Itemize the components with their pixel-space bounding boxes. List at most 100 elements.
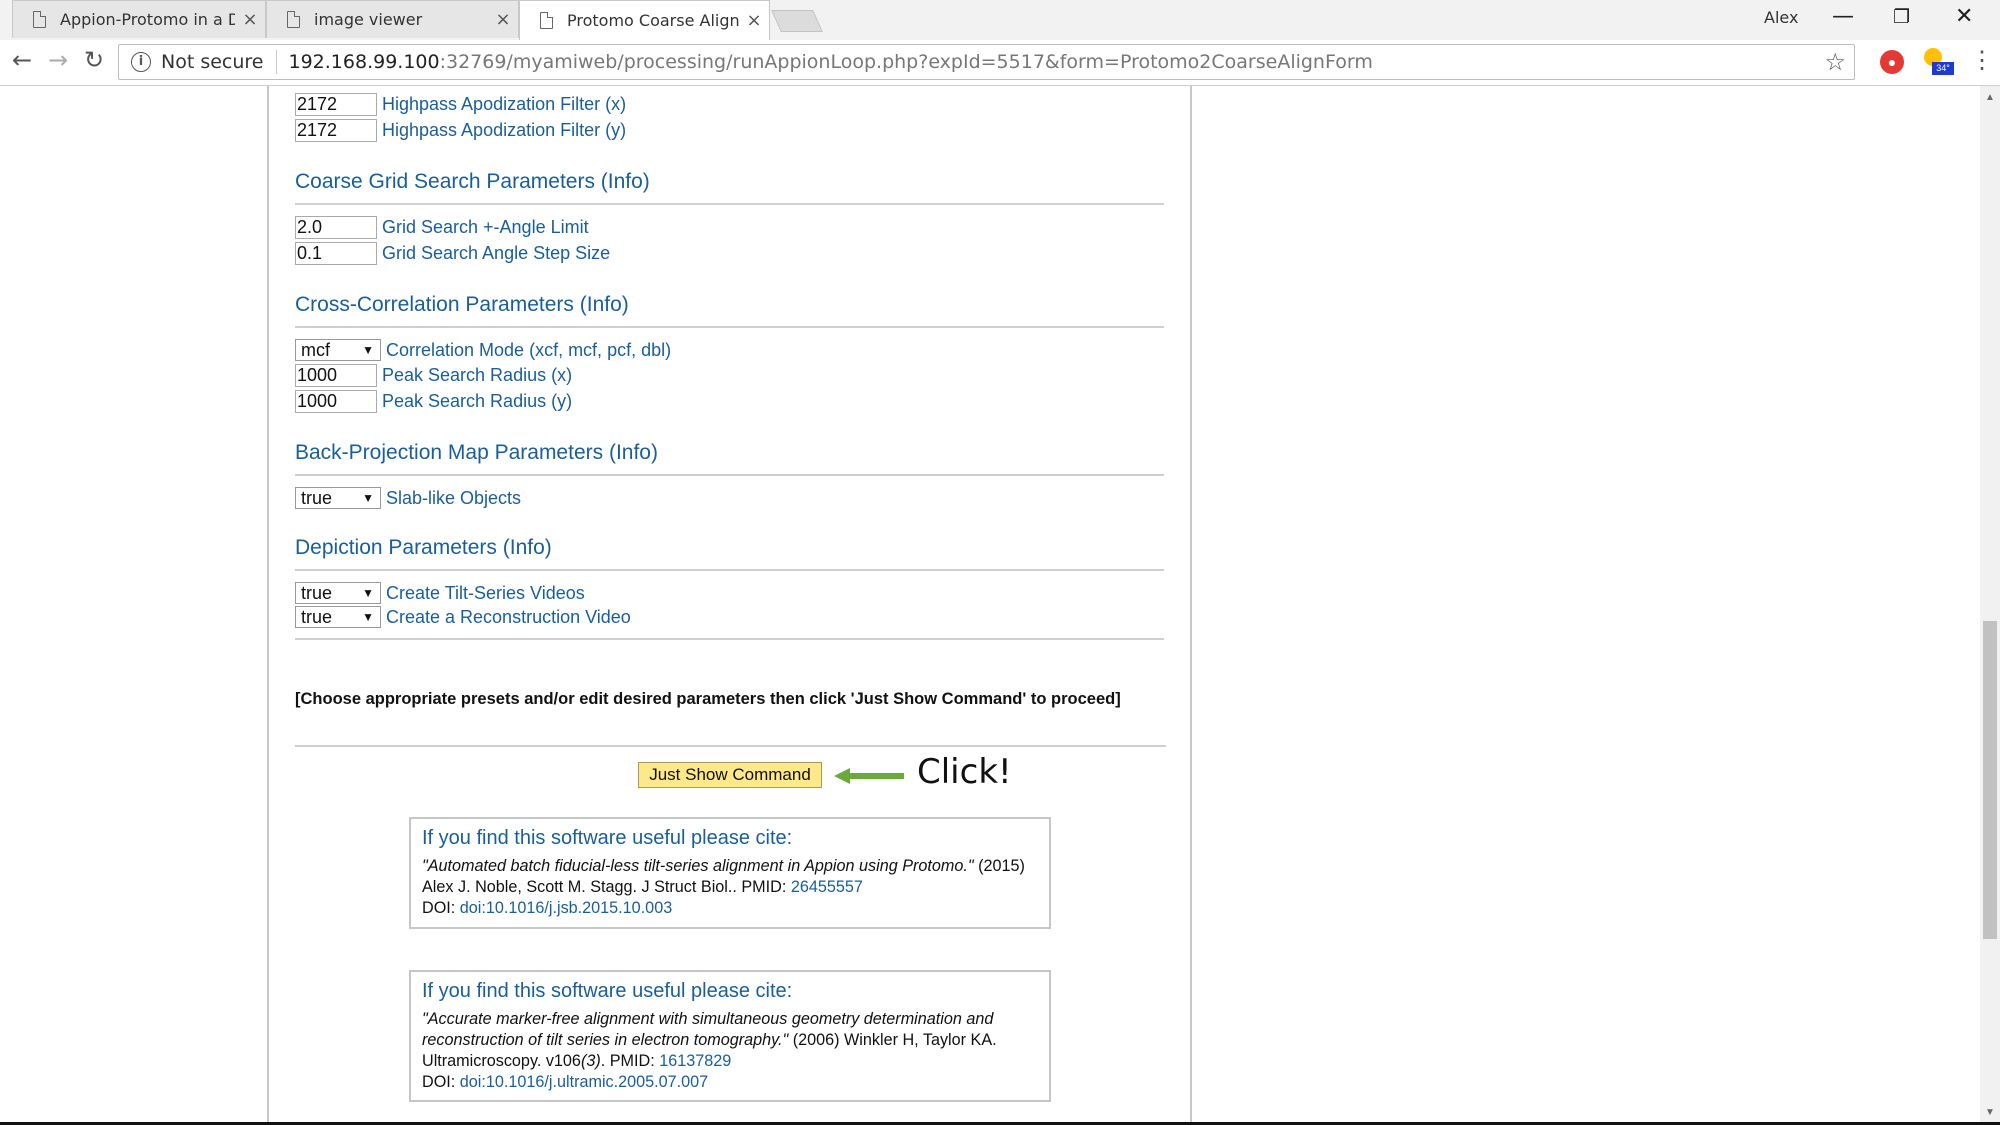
- form-row: 1000 Peak Search Radius (y): [295, 389, 572, 413]
- right-border: [1190, 86, 1192, 1122]
- close-window-icon[interactable]: ✕: [1955, 4, 1973, 29]
- peak-radius-x-label[interactable]: Peak Search Radius (x): [382, 365, 572, 386]
- form-row: mcf ▼ Correlation Mode (xcf, mcf, pcf, d…: [295, 338, 671, 362]
- divider: [295, 745, 1166, 747]
- profile-name[interactable]: Alex: [1764, 8, 1798, 27]
- citation-issue: (3): [580, 1052, 601, 1070]
- divider: [295, 569, 1164, 571]
- form-row: true ▼ Slab-like Objects: [295, 486, 521, 510]
- menu-icon[interactable]: ⋮: [1970, 46, 1994, 75]
- page-content: 2172 Highpass Apodization Filter (x) 217…: [0, 86, 1980, 1122]
- tab-protomo-coarse-alignment[interactable]: Protomo Coarse Alignme ×: [519, 0, 770, 40]
- just-show-command-button[interactable]: Just Show Command: [638, 762, 822, 788]
- select-value: true: [301, 488, 333, 508]
- angle-step-label[interactable]: Grid Search Angle Step Size: [382, 243, 610, 264]
- correlation-mode-label[interactable]: Correlation Mode (xcf, mcf, pcf, dbl): [386, 340, 671, 361]
- angle-limit-input[interactable]: 2.0: [295, 215, 377, 239]
- peak-radius-y-input[interactable]: 1000: [295, 389, 377, 413]
- tab-strip: Appion-Protomo in a Do × image viewer × …: [0, 0, 2000, 40]
- form-row: 2.0 Grid Search +-Angle Limit: [295, 215, 589, 239]
- highpass-x-input[interactable]: 2172: [295, 92, 377, 116]
- reconstruction-video-select[interactable]: true ▼: [295, 606, 381, 628]
- select-value: true: [301, 583, 333, 603]
- divider: [275, 50, 277, 74]
- tilt-series-videos-label[interactable]: Create Tilt-Series Videos: [386, 583, 585, 604]
- doi-link[interactable]: doi:10.1016/j.ultramic.2005.07.007: [460, 1073, 708, 1091]
- url-host: 192.168.99.100: [288, 51, 440, 73]
- address-bar[interactable]: i Not secure 192.168.99.100:32769/myamiw…: [118, 44, 1855, 80]
- slab-objects-select[interactable]: true ▼: [295, 487, 381, 509]
- back-icon[interactable]: ←: [12, 46, 32, 74]
- document-icon: [287, 11, 300, 28]
- security-status[interactable]: Not secure: [161, 51, 264, 73]
- tab-image-viewer[interactable]: image viewer ×: [266, 0, 519, 38]
- restore-icon[interactable]: ❐: [1893, 6, 1910, 28]
- vertical-scrollbar[interactable]: ▲ ▼: [1980, 86, 2000, 1122]
- minimize-icon[interactable]: —: [1832, 4, 1854, 29]
- peak-radius-x-input[interactable]: 1000: [295, 363, 377, 387]
- divider: [295, 474, 1164, 476]
- scroll-down-icon[interactable]: ▼: [1980, 1107, 2000, 1118]
- select-value: mcf: [301, 340, 330, 360]
- doi-label: DOI:: [422, 1073, 460, 1091]
- close-tab-icon[interactable]: ×: [488, 9, 518, 30]
- reload-icon[interactable]: ↻: [84, 46, 104, 74]
- tilt-series-videos-select[interactable]: true ▼: [295, 582, 381, 604]
- dropdown-arrow-icon: ▼: [362, 491, 374, 505]
- coarse-grid-heading[interactable]: Coarse Grid Search Parameters (Info): [295, 170, 650, 194]
- divider: [295, 203, 1164, 205]
- peak-radius-y-label[interactable]: Peak Search Radius (y): [382, 391, 572, 412]
- left-border: [267, 86, 269, 1122]
- doi-label: DOI:: [422, 899, 460, 917]
- divider: [295, 638, 1164, 640]
- extension-icon[interactable]: ●: [1880, 50, 1904, 74]
- close-tab-icon[interactable]: ×: [739, 10, 769, 31]
- new-tab-button[interactable]: [771, 10, 823, 32]
- form-row: 2172 Highpass Apodization Filter (y): [295, 118, 626, 142]
- scroll-up-icon[interactable]: ▲: [1980, 92, 2000, 103]
- dropdown-arrow-icon: ▼: [362, 343, 374, 357]
- citation-text: "Automated batch fiducial-less tilt-seri…: [422, 856, 1039, 919]
- arrow-annotation-icon: [834, 768, 904, 784]
- form-row: true ▼ Create Tilt-Series Videos: [295, 581, 585, 605]
- correlation-mode-select[interactable]: mcf ▼: [295, 339, 381, 361]
- scrollbar-thumb[interactable]: [1983, 621, 1997, 939]
- tab-title: image viewer: [314, 10, 423, 29]
- citation-text: "Accurate marker-free alignment with sim…: [422, 1009, 1039, 1093]
- form-row: 2172 Highpass Apodization Filter (x): [295, 92, 626, 116]
- dropdown-arrow-icon: ▼: [362, 610, 374, 624]
- pmid-link[interactable]: 16137829: [659, 1052, 731, 1070]
- forward-icon[interactable]: →: [48, 46, 68, 74]
- select-value: true: [301, 607, 333, 627]
- dropdown-arrow-icon: ▼: [362, 586, 374, 600]
- citation-pmid-label: . PMID:: [600, 1052, 660, 1070]
- document-icon: [540, 12, 553, 29]
- weather-badge: 34°: [1932, 62, 1954, 75]
- citation-box: If you find this software useful please …: [409, 817, 1051, 929]
- form-row: true ▼ Create a Reconstruction Video: [295, 605, 631, 629]
- depiction-heading[interactable]: Depiction Parameters (Info): [295, 536, 552, 560]
- citation-box: If you find this software useful please …: [409, 970, 1051, 1102]
- tab-appion-protomo[interactable]: Appion-Protomo in a Do ×: [12, 0, 266, 38]
- angle-step-input[interactable]: 0.1: [295, 241, 377, 265]
- reconstruction-video-label[interactable]: Create a Reconstruction Video: [386, 607, 631, 628]
- divider: [295, 326, 1164, 328]
- doi-link[interactable]: doi:10.1016/j.jsb.2015.10.003: [460, 899, 672, 917]
- cross-correlation-heading[interactable]: Cross-Correlation Parameters (Info): [295, 293, 629, 317]
- pmid-link[interactable]: 26455557: [791, 878, 863, 896]
- citation-heading: If you find this software useful please …: [422, 980, 793, 1002]
- form-row: 0.1 Grid Search Angle Step Size: [295, 241, 610, 265]
- bookmark-star-icon[interactable]: ☆: [1824, 48, 1846, 76]
- instruction-text: [Choose appropriate presets and/or edit …: [295, 690, 1121, 708]
- highpass-y-input[interactable]: 2172: [295, 118, 377, 142]
- weather-extension-icon[interactable]: 34°: [1924, 48, 1954, 75]
- citation-heading: If you find this software useful please …: [422, 827, 793, 849]
- info-icon[interactable]: i: [131, 52, 151, 72]
- angle-limit-label[interactable]: Grid Search +-Angle Limit: [382, 217, 589, 238]
- highpass-x-label[interactable]: Highpass Apodization Filter (x): [382, 94, 626, 115]
- back-projection-heading[interactable]: Back-Projection Map Parameters (Info): [295, 441, 658, 465]
- highpass-y-label[interactable]: Highpass Apodization Filter (y): [382, 120, 626, 141]
- close-tab-icon[interactable]: ×: [235, 9, 265, 30]
- citation-title: "Automated batch fiducial-less tilt-seri…: [422, 857, 974, 875]
- slab-objects-label[interactable]: Slab-like Objects: [386, 488, 521, 509]
